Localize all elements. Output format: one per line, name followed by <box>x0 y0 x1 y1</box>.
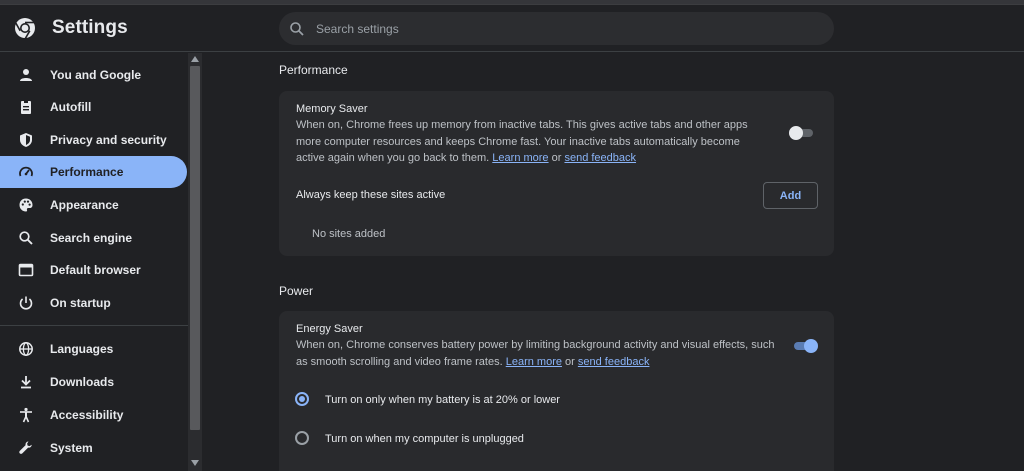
sidebar-scrollbar[interactable] <box>188 53 202 471</box>
scroll-thumb[interactable] <box>190 66 200 430</box>
sidebar-item-label: On startup <box>50 296 111 310</box>
sidebar-item-label: Default browser <box>50 263 141 277</box>
browser-window-icon <box>18 263 34 277</box>
sidebar-item-languages[interactable]: Languages <box>0 333 187 365</box>
energy-saver-send-feedback-link[interactable]: send feedback <box>578 356 650 368</box>
power-icon <box>19 296 33 310</box>
wrench-icon <box>19 441 32 454</box>
sidebar-item-downloads[interactable]: Downloads <box>0 366 187 398</box>
sidebar-item-label: Downloads <box>50 375 115 389</box>
toggle-knob <box>789 126 803 140</box>
no-sites-text: No sites added <box>312 228 386 240</box>
always-active-title: Always keep these sites active <box>296 189 446 201</box>
sidebar: You and Google Autofill Privacy and secu… <box>0 53 188 471</box>
sidebar-item-autofill[interactable]: Autofill <box>0 91 187 123</box>
sidebar-item-label: Performance <box>50 165 124 179</box>
memory-saver-learn-more-link[interactable]: Learn more <box>492 152 548 164</box>
palette-icon <box>19 198 33 212</box>
sidebar-item-appearance[interactable]: Appearance <box>0 189 187 221</box>
accessibility-icon <box>20 407 32 423</box>
sidebar-item-performance[interactable]: Performance <box>0 156 187 188</box>
or-text: or <box>565 355 575 368</box>
header: Settings <box>0 5 1024 52</box>
battery-20-label[interactable]: Turn on only when my battery is at 20% o… <box>325 394 560 406</box>
energy-saver-description: When on, Chrome conserves battery power … <box>296 337 776 370</box>
performance-card: Memory Saver When on, Chrome frees up me… <box>279 91 834 256</box>
sidebar-item-privacy[interactable]: Privacy and security <box>0 124 187 156</box>
add-site-button[interactable]: Add <box>763 182 818 209</box>
battery-20-radio[interactable] <box>295 392 309 406</box>
sidebar-item-accessibility[interactable]: Accessibility <box>0 399 187 431</box>
sidebar-item-on-startup[interactable]: On startup <box>0 287 187 319</box>
sidebar-item-system[interactable]: System <box>0 432 187 464</box>
sidebar-divider <box>0 325 188 326</box>
speedometer-icon <box>19 166 33 177</box>
clipboard-icon <box>21 100 31 114</box>
globe-icon <box>19 342 33 356</box>
energy-saver-learn-more-link[interactable]: Learn more <box>506 356 562 368</box>
memory-saver-toggle[interactable] <box>789 126 815 140</box>
sidebar-item-default-browser[interactable]: Default browser <box>0 254 187 286</box>
sidebar-item-label: System <box>50 441 93 455</box>
power-section-title: Power <box>279 284 314 298</box>
energy-saver-title: Energy Saver <box>296 323 363 335</box>
toggle-knob <box>804 339 818 353</box>
download-icon <box>21 376 31 389</box>
person-icon <box>20 69 32 81</box>
sidebar-item-label: Accessibility <box>50 408 124 422</box>
sidebar-item-label: Autofill <box>50 100 92 114</box>
sidebar-item-search-engine[interactable]: Search engine <box>0 222 187 254</box>
sidebar-item-you-and-google[interactable]: You and Google <box>0 59 187 91</box>
or-text: or <box>551 152 562 164</box>
search-icon <box>19 231 33 245</box>
scroll-down-arrow-icon[interactable] <box>191 460 199 466</box>
sidebar-item-label: Search engine <box>50 231 133 245</box>
memory-saver-title: Memory Saver <box>296 103 368 115</box>
chrome-logo-icon <box>15 18 35 39</box>
unplugged-radio[interactable] <box>295 431 309 445</box>
energy-saver-toggle[interactable] <box>792 339 818 353</box>
search-icon <box>290 22 304 36</box>
search-box[interactable] <box>279 12 834 45</box>
memory-saver-send-feedback-link[interactable]: send feedback <box>564 152 636 164</box>
sidebar-item-label: You and Google <box>50 68 142 82</box>
unplugged-label[interactable]: Turn on when my computer is unplugged <box>325 433 524 445</box>
performance-section-title: Performance <box>279 63 348 77</box>
power-card: Energy Saver When on, Chrome conserves b… <box>279 311 834 471</box>
scroll-up-arrow-icon[interactable] <box>191 56 199 62</box>
sidebar-item-label: Appearance <box>50 198 119 212</box>
memory-saver-description: When on, Chrome frees up memory from ina… <box>296 117 766 167</box>
shield-icon <box>20 133 32 147</box>
sidebar-item-label: Privacy and security <box>50 133 167 147</box>
search-input[interactable] <box>316 12 816 45</box>
sidebar-item-label: Languages <box>50 342 114 356</box>
app-title: Settings <box>52 17 128 38</box>
